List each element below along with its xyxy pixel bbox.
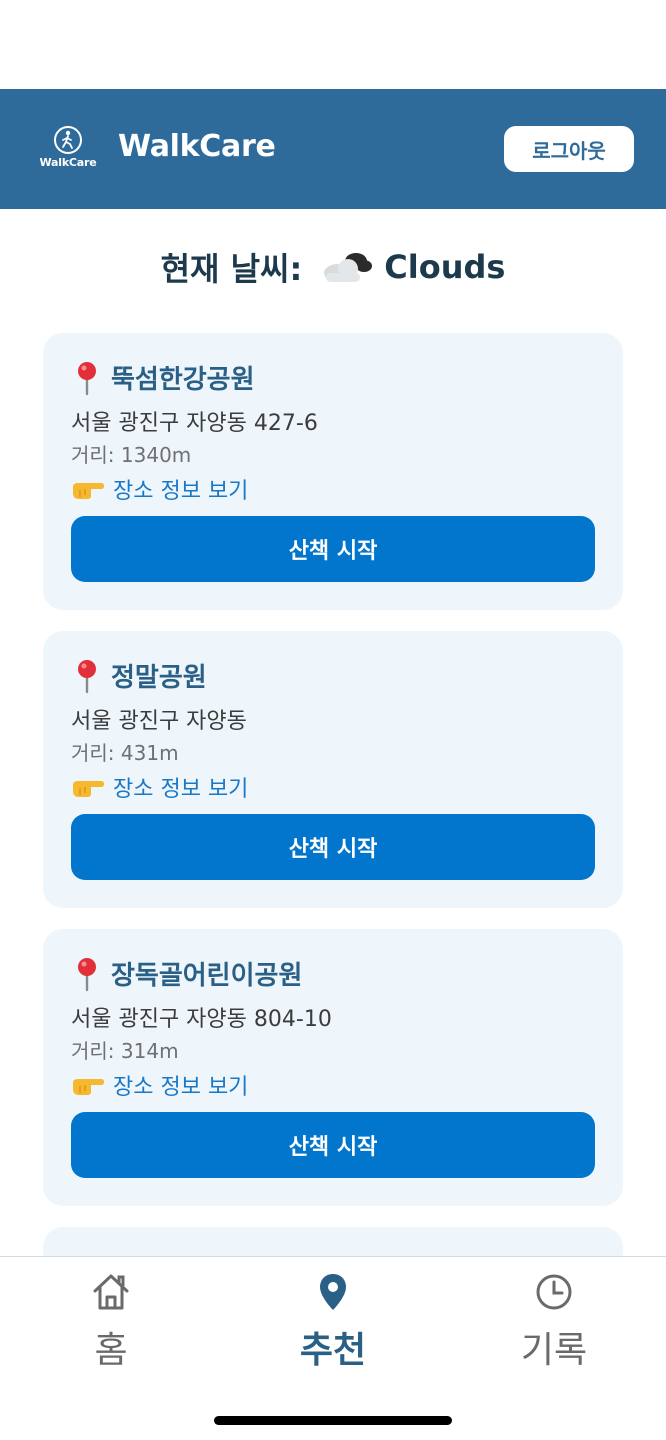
place-distance: 거리: 431m — [71, 741, 179, 765]
walker-logo-icon — [54, 126, 82, 154]
place-info-link[interactable]: 장소 정보 보기 — [71, 473, 248, 505]
place-card: 장독골어린이공원 서울 광진구 자양동 804-10 거리: 314m 장소 정… — [43, 929, 623, 1206]
logo-text: WalkCare — [39, 156, 97, 169]
place-distance: 거리: 314m — [71, 1039, 179, 1063]
place-name: 장독골어린이공원 — [111, 961, 303, 991]
logout-button[interactable]: 로그아웃 — [504, 126, 634, 172]
place-info-link-label[interactable]: 장소 정보 보기 — [113, 1069, 248, 1101]
place-card: 정말공원 서울 광진구 자양동 거리: 431m 장소 정보 보기 산책 시작 — [43, 631, 623, 908]
home-indicator — [214, 1416, 452, 1425]
start-walk-button[interactable]: 산책 시작 — [71, 516, 595, 582]
bottom-nav: 홈 추천 기록 — [0, 1256, 666, 1440]
place-address: 서울 광진구 자양동 804-10 — [71, 1007, 332, 1032]
start-walk-button[interactable]: 산책 시작 — [71, 1112, 595, 1178]
place-card: 뚝섬한강공원 서울 광진구 자양동 427-6 거리: 1340m 장소 정보 … — [43, 333, 623, 610]
nav-item-history[interactable]: 기록 — [479, 1271, 629, 1373]
place-name: 뚝섬한강공원 — [111, 365, 255, 395]
place-info-link-label[interactable]: 장소 정보 보기 — [113, 473, 248, 505]
app-title: WalkCare — [118, 129, 276, 164]
app-header: WalkCare WalkCare 로그아웃 — [0, 89, 666, 209]
nav-label-recommend: 추천 — [299, 1330, 367, 1371]
app-logo: WalkCare — [39, 125, 97, 175]
clock-icon — [536, 1274, 572, 1310]
place-info-link[interactable]: 장소 정보 보기 — [71, 771, 248, 803]
weather-status: 현재 날씨: Clouds — [0, 240, 666, 294]
start-walk-button[interactable]: 산책 시작 — [71, 814, 595, 880]
pushpin-icon — [78, 957, 96, 991]
home-icon — [93, 1274, 129, 1310]
place-info-link-label[interactable]: 장소 정보 보기 — [113, 771, 248, 803]
cloud-icon — [324, 253, 373, 282]
weather-value-group: Clouds — [320, 248, 505, 286]
place-distance: 거리: 1340m — [71, 443, 192, 467]
weather-label: 현재 날씨: — [160, 250, 303, 288]
map-pin-icon — [320, 1274, 346, 1310]
place-name: 정말공원 — [111, 663, 207, 693]
place-address: 서울 광진구 자양동 427-6 — [71, 411, 318, 436]
app-screen: WalkCare WalkCare 로그아웃 현재 날씨: Clouds 뚝섬한… — [0, 0, 666, 1440]
pushpin-icon — [78, 361, 96, 395]
pushpin-icon — [78, 659, 96, 693]
nav-item-home[interactable]: 홈 — [36, 1271, 186, 1373]
nav-label-home: 홈 — [94, 1330, 128, 1371]
pointing-hand-icon — [73, 483, 104, 499]
pointing-hand-icon — [73, 781, 104, 797]
place-title-row: 정말공원 — [73, 657, 207, 694]
place-title-row: 뚝섬한강공원 — [73, 359, 255, 396]
place-title-row: 장독골어린이공원 — [73, 955, 302, 992]
place-address: 서울 광진구 자양동 — [71, 709, 247, 734]
place-info-link[interactable]: 장소 정보 보기 — [71, 1069, 248, 1101]
nav-label-history: 기록 — [520, 1330, 588, 1371]
pointing-hand-icon — [73, 1079, 104, 1095]
nav-item-recommend[interactable]: 추천 — [258, 1271, 408, 1373]
weather-value: Clouds — [384, 248, 506, 286]
